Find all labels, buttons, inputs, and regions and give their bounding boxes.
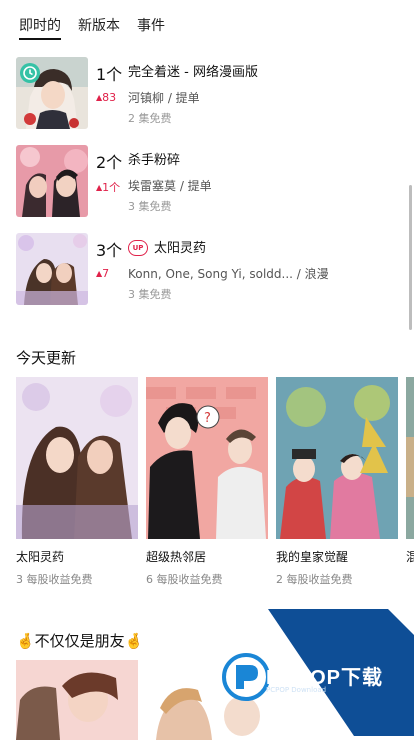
rank-number: 3个 bbox=[96, 241, 123, 260]
clock-badge-icon bbox=[20, 63, 40, 83]
today-card-2[interactable]: ? 超级热邻居 6 每股收益免费 bbox=[146, 377, 268, 587]
friends-card-1[interactable] bbox=[16, 660, 138, 740]
comic-cover[interactable] bbox=[406, 377, 414, 539]
comic-cover[interactable] bbox=[16, 377, 138, 539]
rank-change-value: 83 bbox=[102, 91, 117, 104]
card-title: 混 bbox=[406, 550, 414, 564]
today-card-4-partial[interactable]: 混 bbox=[406, 377, 414, 565]
pcpop-watermark: PCPOP下载 PCPOP Download bbox=[222, 609, 414, 736]
rank-change-value: 7 bbox=[102, 267, 110, 280]
comic-authors: 埃雷塞莫 / 提单 bbox=[128, 179, 212, 193]
rank-number: 2个 bbox=[96, 153, 123, 172]
card-title: 太阳灵药 bbox=[16, 550, 65, 564]
comic-authors: 河镇柳 / 提单 bbox=[128, 91, 200, 105]
comic-cover[interactable]: ? bbox=[146, 377, 268, 539]
comic-thumbnail[interactable] bbox=[16, 145, 88, 217]
rank-change: ▲7 bbox=[96, 267, 109, 280]
rank-change: ▲83 bbox=[96, 91, 116, 104]
svg-text:?: ? bbox=[204, 411, 211, 426]
rank-number: 1个 bbox=[96, 65, 123, 84]
comic-cover[interactable] bbox=[276, 377, 398, 539]
scrollbar[interactable] bbox=[409, 185, 412, 330]
ranking-item-3[interactable]: 3个 UP 太阳灵药 ▲7 Konn, One, Song Yi, soldd..… bbox=[16, 233, 396, 307]
ranking-item-2[interactable]: 2个 杀手粉碎 ▲1个 埃雷塞莫 / 提单 3 集免费 bbox=[16, 145, 396, 219]
ranking-item-1[interactable]: 1个 完全着迷 - 网络漫画版 ▲83 河镇柳 / 提单 2 集免费 bbox=[16, 57, 396, 131]
today-updates-heading: 今天更新 bbox=[16, 349, 77, 367]
watermark-subtext: PCPOP Download bbox=[266, 686, 327, 694]
up-badge: UP bbox=[128, 240, 148, 256]
pcpop-logo-icon bbox=[222, 653, 270, 701]
free-episodes: 3 集免费 bbox=[128, 288, 172, 301]
card-title: 超级热邻居 bbox=[146, 550, 207, 564]
tab-events[interactable]: 事件 bbox=[137, 15, 165, 35]
tab-realtime[interactable]: 即时的 bbox=[19, 15, 61, 40]
free-episodes: 2 集免费 bbox=[128, 112, 172, 125]
rank-change-value: 1个 bbox=[102, 181, 121, 194]
card-subtitle: 2 每股收益免费 bbox=[276, 573, 353, 586]
today-card-3[interactable]: 我的皇家觉醒 2 每股收益免费 bbox=[276, 377, 398, 587]
comic-authors: Konn, One, Song Yi, soldd... / 浪漫 bbox=[128, 267, 329, 281]
comic-title[interactable]: 杀手粉碎 bbox=[128, 149, 180, 168]
card-title: 我的皇家觉醒 bbox=[276, 550, 349, 564]
rank-change: ▲1个 bbox=[96, 179, 120, 195]
comic-title-row[interactable]: UP 太阳灵药 bbox=[128, 237, 206, 256]
comic-title: 太阳灵药 bbox=[154, 241, 207, 256]
top-tab-bar: 即时的 新版本 事件 bbox=[0, 0, 414, 44]
free-episodes: 3 集免费 bbox=[128, 200, 172, 213]
comic-title[interactable]: 完全着迷 - 网络漫画版 bbox=[128, 61, 258, 80]
tab-new[interactable]: 新版本 bbox=[78, 15, 120, 35]
card-subtitle: 6 每股收益免费 bbox=[146, 573, 223, 586]
friends-section-heading: 🤞不仅仅是朋友🤞 bbox=[16, 632, 144, 650]
comic-thumbnail[interactable] bbox=[16, 57, 88, 129]
today-card-1[interactable]: 太阳灵药 3 每股收益免费 bbox=[16, 377, 138, 587]
comic-thumbnail[interactable] bbox=[16, 233, 88, 305]
card-subtitle: 3 每股收益免费 bbox=[16, 573, 93, 586]
